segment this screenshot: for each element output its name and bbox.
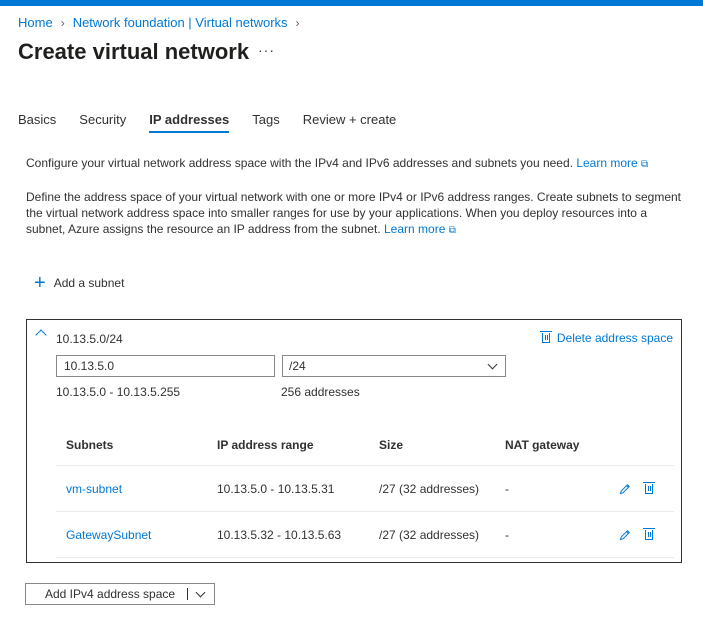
intro-learn-more-link[interactable]: Learn more <box>576 156 637 170</box>
delete-address-space-label: Delete address space <box>556 331 673 345</box>
subnet-range: 10.13.5.0 - 10.13.5.31 <box>217 482 335 496</box>
trash-icon[interactable] <box>643 482 655 494</box>
address-space-title: 10.13.5.0/24 <box>56 332 123 346</box>
add-address-space-label: Add IPv4 address space <box>45 587 176 601</box>
tab-ip-addresses[interactable]: IP addresses <box>149 112 229 133</box>
column-header-nat-gateway: NAT gateway <box>505 438 580 452</box>
chevron-down-icon <box>487 359 498 370</box>
subnet-nat: - <box>505 482 509 496</box>
pencil-icon[interactable] <box>619 529 631 541</box>
intro-text: Configure your virtual network address s… <box>26 155 686 173</box>
trash-icon <box>539 331 552 343</box>
subnet-name-link[interactable]: vm-subnet <box>66 466 122 512</box>
page-title: Create virtual network <box>18 39 250 64</box>
trash-icon[interactable] <box>643 528 655 540</box>
breadcrumb-home[interactable]: Home <box>18 15 53 30</box>
breadcrumb-virtual-networks[interactable]: Network foundation | Virtual networks <box>73 15 288 30</box>
cidr-value: /24 <box>289 359 306 373</box>
tab-bar: Basics Security IP addresses Tags Review… <box>18 112 419 133</box>
chevron-down-icon[interactable] <box>195 587 206 597</box>
column-header-size: Size <box>379 438 404 452</box>
address-input[interactable]: 10.13.5.0 <box>56 355 275 377</box>
more-options-icon[interactable]: ··· <box>258 42 275 58</box>
description-learn-more-link[interactable]: Learn more <box>384 222 445 236</box>
breadcrumb: Home › Network foundation | Virtual netw… <box>18 15 308 30</box>
tab-basics[interactable]: Basics <box>18 112 56 133</box>
row-actions <box>619 482 660 495</box>
cidr-select[interactable]: /24 <box>282 355 506 377</box>
add-address-space-button[interactable]: Add IPv4 address space <box>25 583 215 605</box>
tab-tags[interactable]: Tags <box>252 112 279 133</box>
address-space-panel: 10.13.5.0/24 Delete address space 10.13.… <box>26 319 682 563</box>
top-accent-bar <box>0 0 703 6</box>
pencil-icon[interactable] <box>619 483 631 495</box>
row-actions <box>619 528 660 541</box>
breadcrumb-chevron-icon: › <box>60 15 65 30</box>
address-count-text: 256 addresses <box>281 385 360 399</box>
tab-review-create[interactable]: Review + create <box>303 112 397 133</box>
tab-security[interactable]: Security <box>79 112 126 133</box>
plus-icon: + <box>34 272 46 294</box>
delete-address-space-button[interactable]: Delete address space <box>539 331 673 345</box>
subnet-range: 10.13.5.32 - 10.13.5.63 <box>217 528 342 542</box>
address-range-text: 10.13.5.0 - 10.13.5.255 <box>56 385 181 399</box>
add-subnet-button[interactable]: + Add a subnet <box>34 272 125 294</box>
subnets-table: Subnets IP address range Size NAT gatewa… <box>56 426 674 558</box>
subnet-size: /27 (32 addresses) <box>379 482 480 496</box>
breadcrumb-chevron-icon: › <box>295 15 300 30</box>
external-link-icon: ⧉ <box>448 225 456 236</box>
description-body: Define the address space of your virtual… <box>26 190 682 236</box>
add-subnet-label: Add a subnet <box>53 276 125 290</box>
table-header-row: Subnets IP address range Size NAT gatewa… <box>56 426 674 466</box>
intro-body: Configure your virtual network address s… <box>26 156 573 170</box>
subnet-name-link[interactable]: GatewaySubnet <box>66 512 151 558</box>
description-text: Define the address space of your virtual… <box>26 189 686 239</box>
external-link-icon: ⧉ <box>641 159 649 170</box>
subnet-nat: - <box>505 528 509 542</box>
chevron-up-icon[interactable] <box>35 329 47 341</box>
table-row: GatewaySubnet 10.13.5.32 - 10.13.5.63 /2… <box>56 512 674 558</box>
subnet-size: /27 (32 addresses) <box>379 528 480 542</box>
column-header-ip-range: IP address range <box>217 438 314 452</box>
split-divider <box>187 588 188 600</box>
table-row: vm-subnet 10.13.5.0 - 10.13.5.31 /27 (32… <box>56 466 674 512</box>
column-header-subnets: Subnets <box>66 438 114 452</box>
